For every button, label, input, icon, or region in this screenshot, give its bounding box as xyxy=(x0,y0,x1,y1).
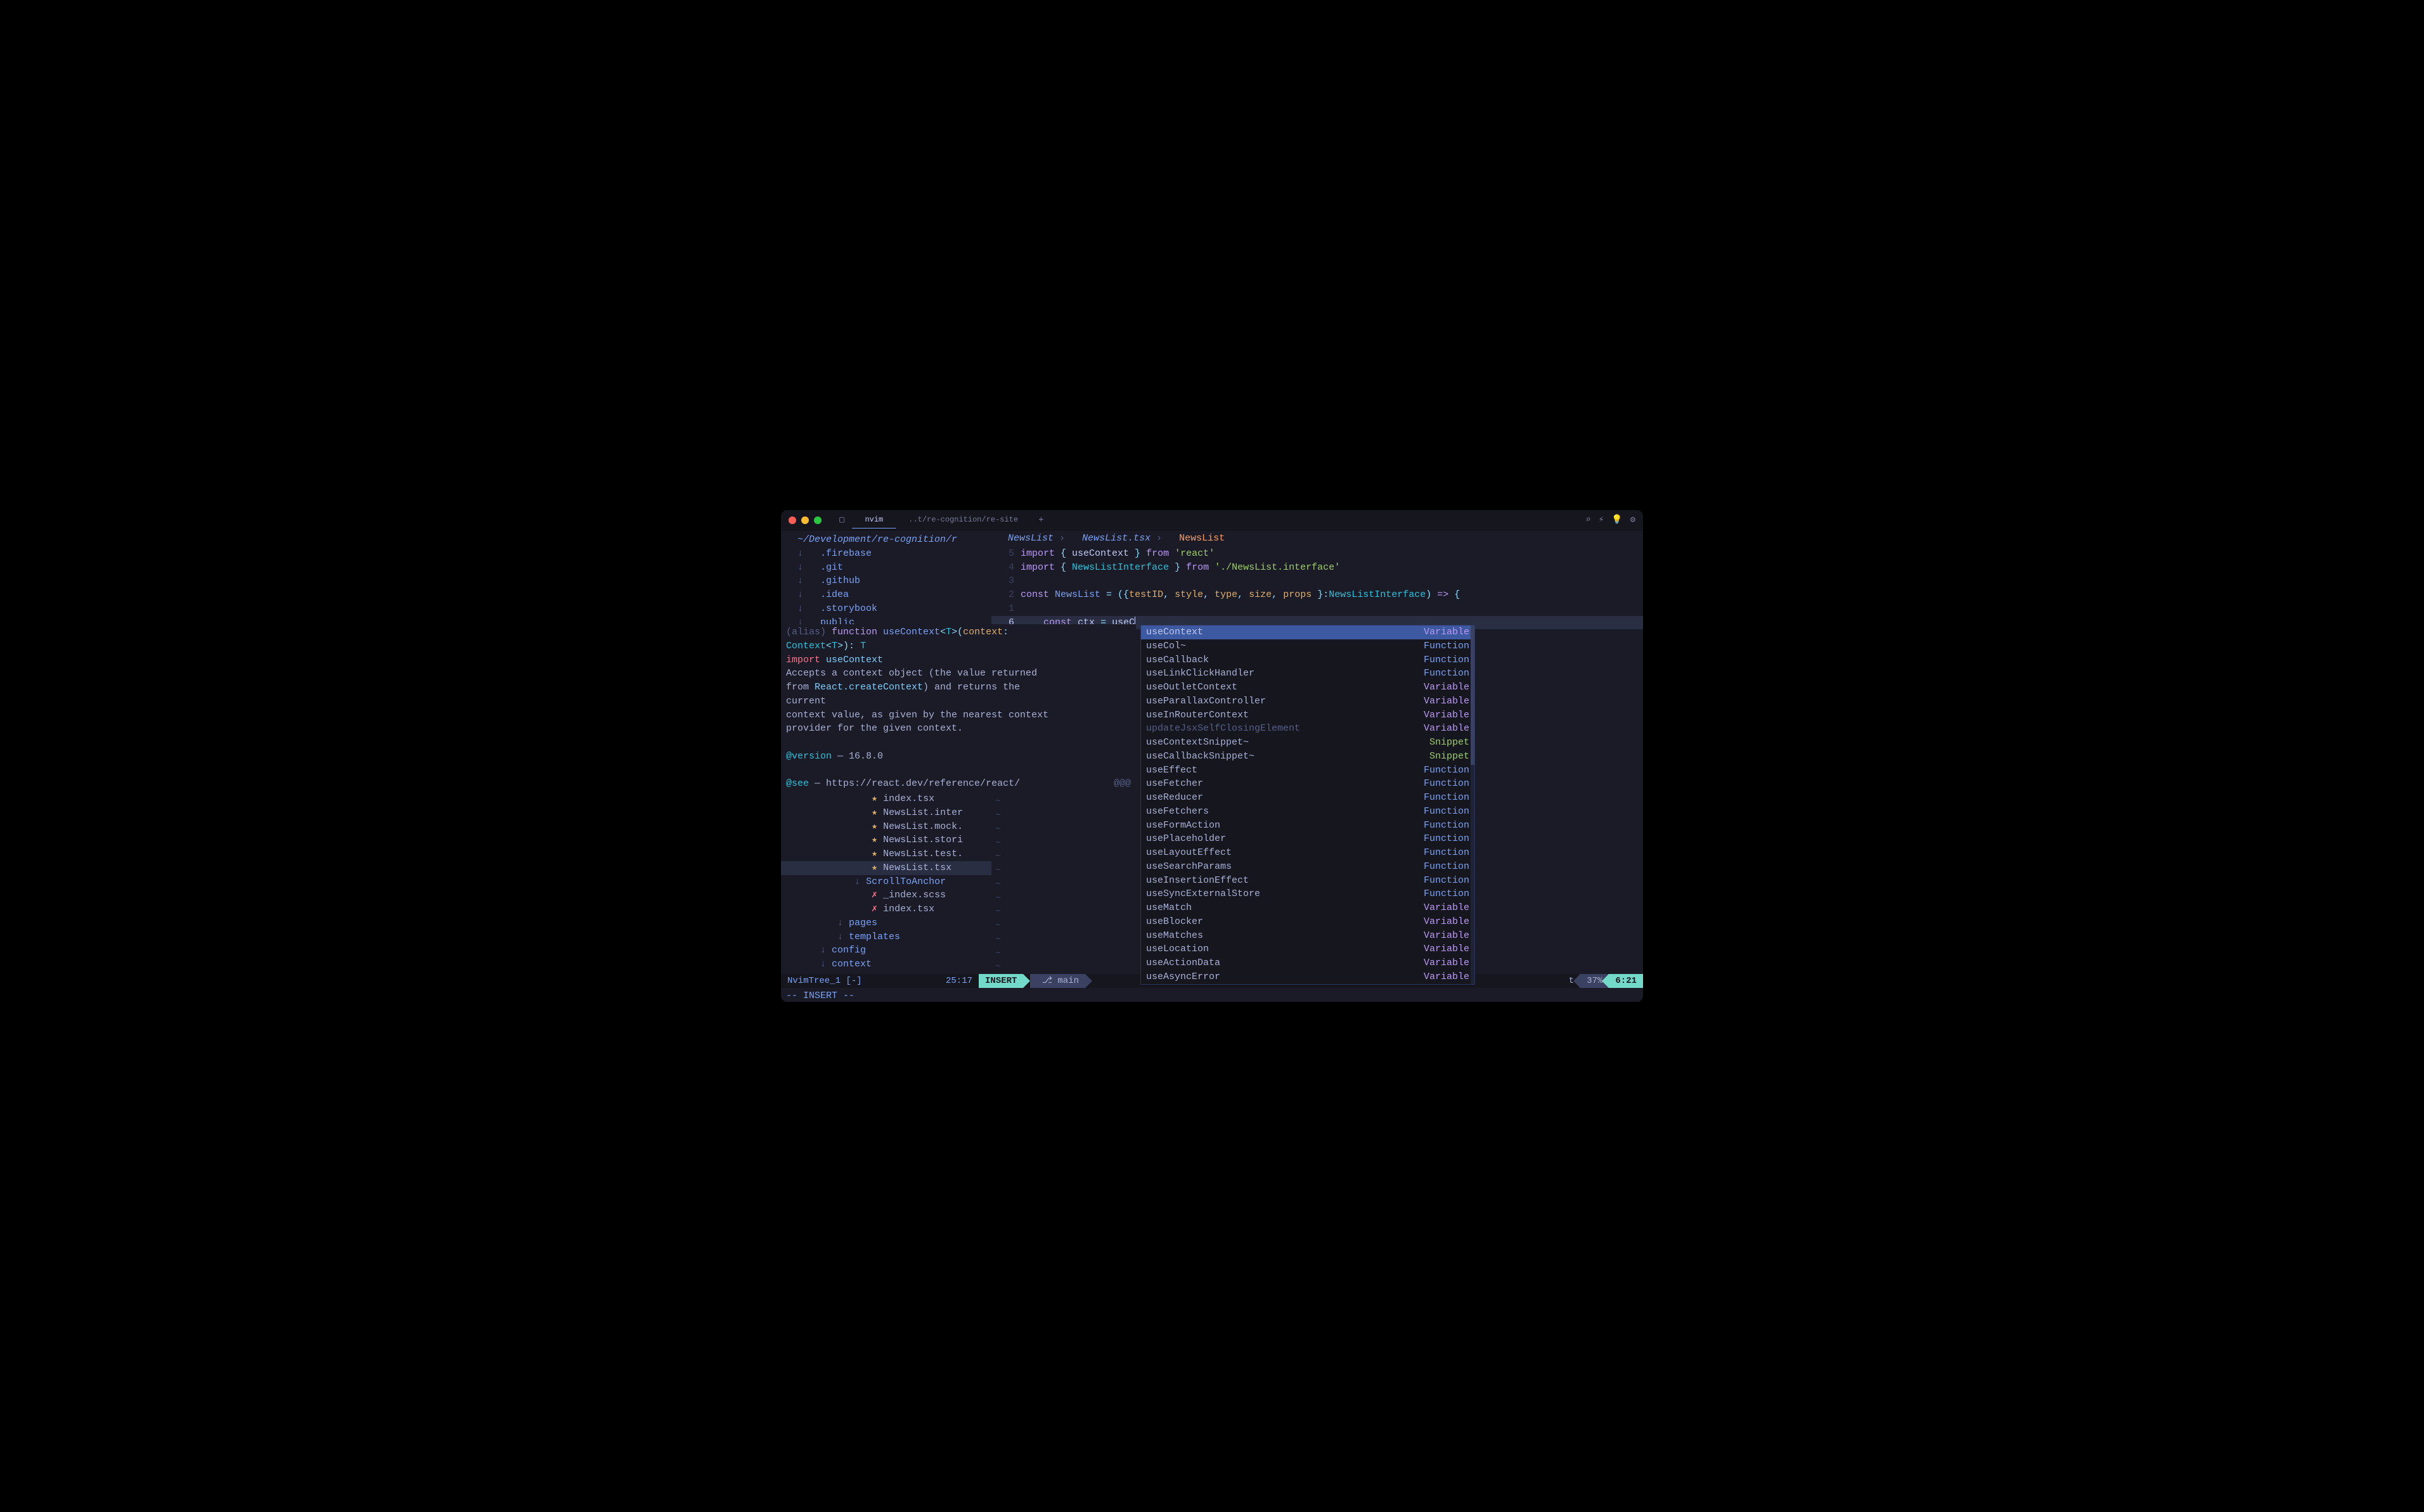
code-area[interactable]: 5import { useContext } from 'react'4impo… xyxy=(991,547,1643,630)
minimize-icon[interactable] xyxy=(801,516,809,524)
tree-item[interactable]: ↓ config xyxy=(781,944,991,958)
completion-item[interactable]: useAsyncErrorVariable xyxy=(1141,970,1474,984)
completion-item[interactable]: useReducerFunction xyxy=(1141,791,1474,805)
completion-item[interactable]: useInRouterContextVariable xyxy=(1141,708,1474,722)
tree-folder-idea[interactable]: ↓ .idea xyxy=(781,588,991,602)
completion-item[interactable]: useCol~Function xyxy=(1141,639,1474,653)
completion-popup[interactable]: useContextVariableuseCol~FunctionuseCall… xyxy=(1140,625,1475,985)
tree-item[interactable]: ↓ context xyxy=(781,958,991,971)
code-line[interactable]: 2const NewsList = ({testID, style, type,… xyxy=(991,588,1643,602)
breadcrumb-folder: NewsList xyxy=(1008,533,1054,544)
bolt-icon[interactable]: ⚡ xyxy=(1599,515,1604,525)
completion-item[interactable]: useLinkClickHandlerFunction xyxy=(1141,667,1474,681)
completion-item[interactable]: useParallaxControllerVariable xyxy=(1141,695,1474,708)
completion-item[interactable]: useMatchVariable xyxy=(1141,901,1474,915)
completion-item[interactable]: useBlockerVariable xyxy=(1141,915,1474,929)
tab-add-button[interactable]: + xyxy=(1031,515,1051,525)
completion-item[interactable]: useInsertionEffectFunction xyxy=(1141,874,1474,888)
tree-item[interactable]: ✗ _index.scss xyxy=(781,888,991,902)
completion-item[interactable]: useFetcherFunction xyxy=(1141,777,1474,791)
completion-scrollbar[interactable] xyxy=(1471,625,1474,984)
breadcrumb: NewsList › NewsList.tsx › NewsList xyxy=(991,530,1643,547)
tree-item[interactable]: ↓ pages xyxy=(781,916,991,930)
completion-item[interactable]: useActionDataVariable xyxy=(1141,956,1474,970)
hover-see-url: — https://react.dev/reference/react/ xyxy=(809,778,1020,789)
gear-icon[interactable]: ⚙ xyxy=(1630,515,1635,525)
completion-item[interactable]: useMatchesVariable xyxy=(1141,929,1474,943)
tabs-row: ▢ nvim ..t/re-cognition/re-site + xyxy=(839,511,1580,529)
status-mode: INSERT xyxy=(979,974,1023,988)
tree-folder-firebase[interactable]: ↓ .firebase xyxy=(781,547,991,561)
tab-project-path[interactable]: ..t/re-cognition/re-site xyxy=(896,511,1031,529)
tree-item[interactable]: ✗ index.tsx xyxy=(781,902,991,916)
file-tree-panel[interactable]: ~/Development/re-cognition/r ↓ .firebase… xyxy=(781,530,991,988)
status-cursor-pos: 6:21 xyxy=(1609,974,1643,988)
editor-body: ~/Development/re-cognition/r ↓ .firebase… xyxy=(781,530,1643,1002)
code-line[interactable]: 3 xyxy=(991,574,1643,588)
lsp-hover-panel: (alias) function useContext<T>(context: … xyxy=(781,624,1136,792)
hover-version-tag: @version xyxy=(786,751,832,762)
search-icon[interactable]: ⌕ xyxy=(1585,515,1590,525)
tab-nvim[interactable]: nvim xyxy=(852,511,896,529)
hover-version-value: — 16.8.0 xyxy=(832,751,883,762)
completion-item[interactable]: useSyncExternalStoreFunction xyxy=(1141,887,1474,901)
code-line[interactable]: 5import { useContext } from 'react' xyxy=(991,547,1643,561)
window-controls xyxy=(789,516,822,524)
maximize-icon[interactable] xyxy=(814,516,822,524)
completion-item[interactable]: useEffectFunction xyxy=(1141,764,1474,778)
tree-folder-github[interactable]: ↓ .github xyxy=(781,574,991,588)
completion-scrollbar-thumb[interactable] xyxy=(1471,625,1474,765)
file-tree-lower[interactable]: ★ index.tsx ★ NewsList.inter ★ NewsList.… xyxy=(781,792,991,971)
close-icon[interactable] xyxy=(789,516,796,524)
tree-item[interactable]: ↓ ScrollToAnchor xyxy=(781,875,991,889)
completion-item[interactable]: usePlaceholderFunction xyxy=(1141,832,1474,846)
titlebar-right-icons: ⌕ ⚡ 💡 ⚙ xyxy=(1585,515,1635,525)
sidebar-toggle-icon[interactable]: ▢ xyxy=(839,515,844,525)
completion-item[interactable]: useLayoutEffectFunction xyxy=(1141,846,1474,860)
status-git-branch: ⎇ main xyxy=(1030,974,1085,988)
completion-item[interactable]: useContextSnippet~Snippet xyxy=(1141,736,1474,750)
hover-suffix: @@@ xyxy=(1114,777,1131,791)
tree-item[interactable]: ↓ templates xyxy=(781,930,991,944)
completion-item[interactable]: useCallbackFunction xyxy=(1141,653,1474,667)
completion-item[interactable]: useFormActionFunction xyxy=(1141,819,1474,833)
hover-see-tag: @see xyxy=(786,778,809,789)
completion-item[interactable]: useSearchParamsFunction xyxy=(1141,860,1474,874)
completion-item[interactable]: updateJsxSelfClosingElementVariable xyxy=(1141,722,1474,736)
completion-item[interactable]: useCallbackSnippet~Snippet xyxy=(1141,750,1474,764)
titlebar: ▢ nvim ..t/re-cognition/re-site + ⌕ ⚡ 💡 … xyxy=(781,510,1643,530)
completion-item[interactable]: useOutletContextVariable xyxy=(1141,681,1474,695)
completion-item[interactable]: useFetchersFunction xyxy=(1141,805,1474,819)
tree-item[interactable]: ★ NewsList.test. xyxy=(781,847,991,861)
breadcrumb-file: NewsList.tsx xyxy=(1082,533,1151,544)
tree-folder-git[interactable]: ↓ .git xyxy=(781,561,991,575)
breadcrumb-symbol: NewsList xyxy=(1179,533,1225,544)
terminal-window: ▢ nvim ..t/re-cognition/re-site + ⌕ ⚡ 💡 … xyxy=(781,510,1643,1002)
tree-item[interactable]: ★ NewsList.tsx xyxy=(781,861,991,875)
code-line[interactable]: 1 xyxy=(991,602,1643,616)
tree-folder-storybook[interactable]: ↓ .storybook xyxy=(781,602,991,616)
command-line: -- INSERT -- xyxy=(781,988,1643,1002)
tree-item[interactable]: ★ NewsList.stori xyxy=(781,833,991,847)
completion-item[interactable]: useLocationVariable xyxy=(1141,942,1474,956)
completion-item[interactable]: useContextVariable xyxy=(1141,625,1474,639)
tree-item[interactable]: ★ index.tsx xyxy=(781,792,991,806)
tree-item[interactable]: ★ NewsList.mock. xyxy=(781,820,991,834)
tree-item[interactable]: ★ NewsList.inter xyxy=(781,806,991,820)
bulb-icon[interactable]: 💡 xyxy=(1611,515,1622,525)
tree-root-path: ~/Development/re-cognition/r xyxy=(781,533,991,547)
code-line[interactable]: 4import { NewsListInterface } from './Ne… xyxy=(991,561,1643,575)
